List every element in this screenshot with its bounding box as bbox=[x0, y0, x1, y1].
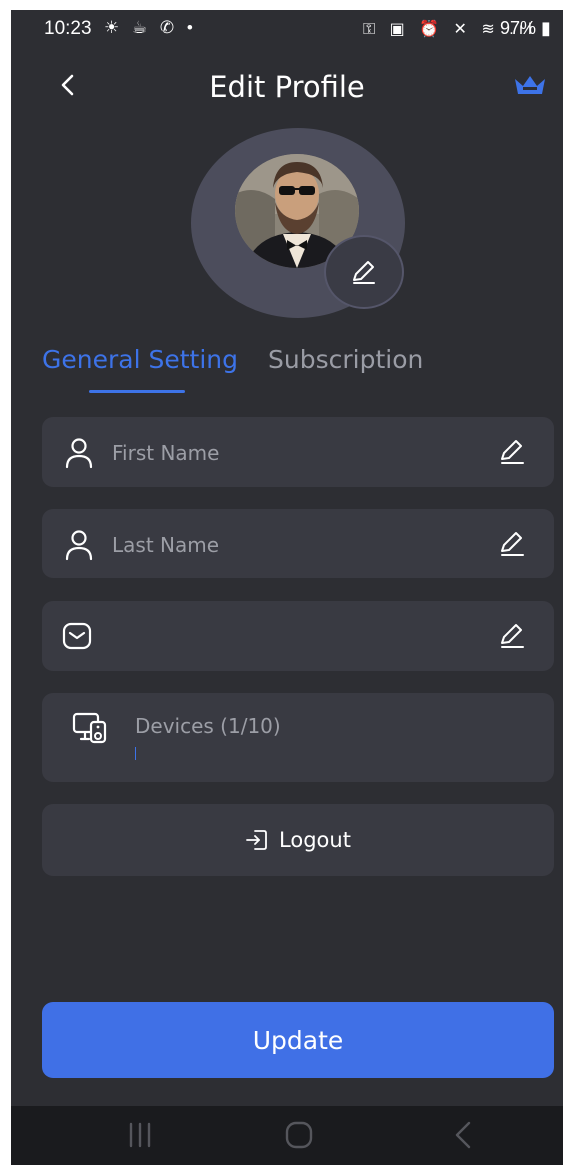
update-button[interactable]: Update bbox=[42, 1002, 554, 1078]
email-field[interactable] bbox=[42, 601, 554, 671]
status-notification-icons: ☀ ☕ ✆ • bbox=[104, 18, 197, 37]
battery-percent: 97% bbox=[500, 18, 537, 38]
logout-icon bbox=[246, 830, 267, 850]
crown-icon bbox=[515, 76, 545, 94]
mail-icon bbox=[62, 622, 92, 650]
active-tab-indicator bbox=[89, 390, 185, 393]
logout-content: Logout bbox=[42, 804, 554, 876]
last-name-placeholder: Last Name bbox=[112, 533, 220, 557]
first-name-placeholder: First Name bbox=[112, 441, 220, 465]
recent-apps-icon[interactable] bbox=[125, 1118, 155, 1152]
status-time: 10:23 bbox=[44, 18, 92, 39]
logout-label: Logout bbox=[279, 828, 351, 852]
user-icon bbox=[65, 438, 93, 469]
pencil-icon bbox=[353, 261, 375, 284]
edit-avatar-button[interactable] bbox=[324, 235, 404, 309]
system-back-icon[interactable] bbox=[449, 1118, 477, 1152]
premium-button[interactable] bbox=[512, 70, 548, 100]
status-bar: 10:23 ☀ ☕ ✆ • ⚿ ▣ ⏰ ✕ ≋ .ıl 97% ▮ bbox=[11, 10, 563, 52]
phone-screen: 10:23 ☀ ☕ ✆ • ⚿ ▣ ⏰ ✕ ≋ .ıl 97% ▮ Edit P… bbox=[11, 10, 563, 1165]
user-icon bbox=[65, 530, 93, 561]
edit-last-name-icon[interactable] bbox=[498, 530, 526, 558]
system-nav-bar bbox=[11, 1106, 563, 1165]
devices-text-cursor bbox=[135, 747, 136, 760]
tab-general-setting[interactable]: General Setting bbox=[42, 345, 238, 374]
page-title: Edit Profile bbox=[209, 70, 365, 104]
edit-email-icon[interactable] bbox=[498, 622, 526, 650]
edit-first-name-icon[interactable] bbox=[498, 438, 526, 466]
logout-button[interactable]: Logout bbox=[42, 804, 554, 876]
devices-field[interactable]: Devices (1/10) bbox=[42, 693, 554, 782]
home-icon[interactable] bbox=[283, 1118, 315, 1152]
tab-subscription[interactable]: Subscription bbox=[268, 345, 423, 374]
last-name-field[interactable]: Last Name bbox=[42, 509, 554, 578]
first-name-field[interactable]: First Name bbox=[42, 417, 554, 487]
devices-label: Devices (1/10) bbox=[135, 714, 281, 738]
devices-icon bbox=[72, 712, 107, 744]
battery-level: 97% ▮ bbox=[500, 18, 551, 38]
